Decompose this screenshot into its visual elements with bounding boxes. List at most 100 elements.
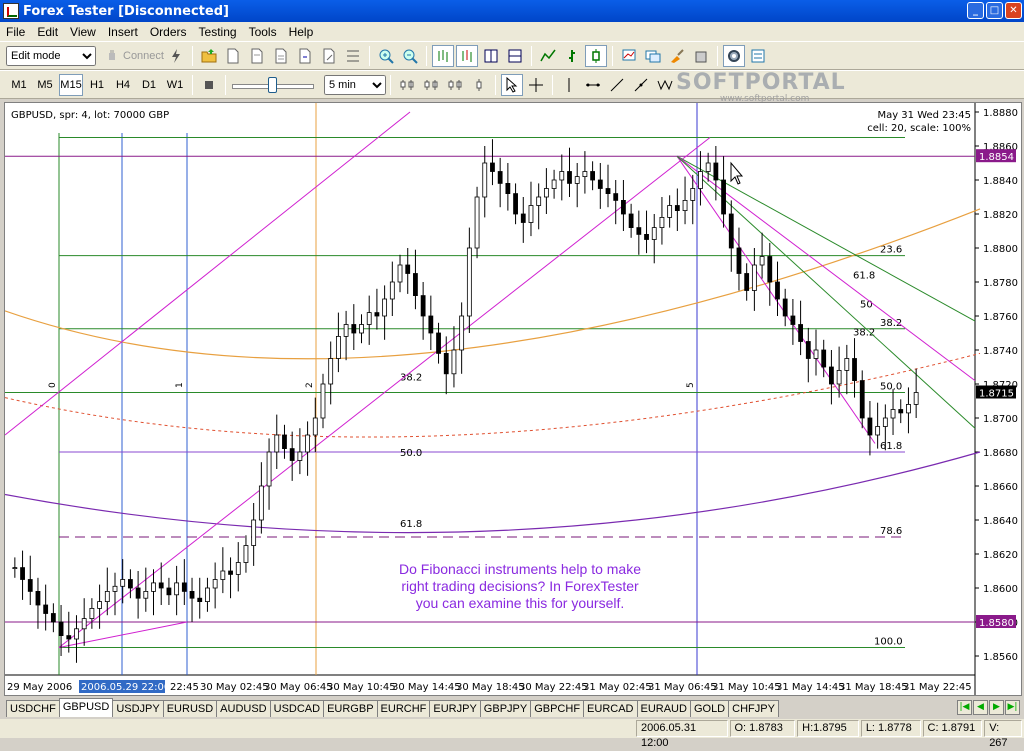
tab-usdjpy[interactable]: USDJPY bbox=[112, 700, 164, 717]
menu-file[interactable]: File bbox=[0, 25, 31, 39]
zoom-in-icon[interactable] bbox=[375, 45, 397, 67]
settings-gear-icon[interactable] bbox=[722, 44, 745, 67]
status-spacer bbox=[0, 720, 634, 737]
slider-thumb[interactable] bbox=[268, 76, 277, 93]
candle-body bbox=[728, 213, 734, 249]
tab-eurjpy[interactable]: EURJPY bbox=[429, 700, 481, 717]
fib-arc-purple bbox=[5, 451, 981, 534]
timeframe-h1[interactable]: H1 bbox=[85, 74, 109, 96]
candle-body bbox=[644, 233, 649, 240]
chart-shift-icon[interactable] bbox=[431, 44, 454, 67]
mouse-cursor-icon bbox=[730, 161, 744, 185]
add-chart-icon[interactable] bbox=[618, 45, 640, 67]
cube-icon[interactable] bbox=[690, 45, 712, 67]
step-back-icon[interactable] bbox=[396, 74, 418, 96]
tab-eurgbp[interactable]: EURGBP bbox=[323, 700, 378, 717]
trend-line-icon[interactable] bbox=[606, 74, 628, 96]
candlestick-icon[interactable] bbox=[584, 44, 607, 67]
tab-eurchf[interactable]: EURCHF bbox=[376, 700, 431, 717]
timeframe-w1[interactable]: W1 bbox=[163, 74, 187, 96]
timeframe-m1[interactable]: M1 bbox=[7, 74, 31, 96]
candle-body bbox=[736, 247, 742, 274]
fib-arc-label-50: 50.0 bbox=[400, 448, 422, 459]
fib-fan-label-382: 38.2 bbox=[853, 328, 875, 339]
mode-select[interactable]: Edit mode bbox=[6, 45, 96, 66]
tab-chfjpy[interactable]: CHFJPY bbox=[728, 700, 779, 717]
document-lines-icon[interactable] bbox=[270, 45, 292, 67]
menu-insert[interactable]: Insert bbox=[102, 25, 144, 39]
tab-eurcad[interactable]: EURCAD bbox=[583, 700, 638, 717]
properties-icon[interactable] bbox=[747, 45, 769, 67]
menu-orders[interactable]: Orders bbox=[144, 25, 193, 39]
horizontal-line-icon[interactable] bbox=[582, 74, 604, 96]
autoscroll-icon[interactable] bbox=[455, 44, 478, 67]
price-chart[interactable]: 1.88801.88601.88401.88201.88001.87801.87… bbox=[5, 103, 1021, 695]
plug-icon bbox=[109, 49, 115, 60]
candle-body bbox=[698, 171, 703, 189]
candle-body bbox=[43, 604, 49, 614]
document-arrow-icon[interactable] bbox=[294, 45, 316, 67]
tab-gold[interactable]: GOLD bbox=[689, 700, 730, 717]
zoom-out-icon[interactable] bbox=[399, 45, 421, 67]
connect-button[interactable]: Connect bbox=[104, 48, 164, 64]
candle-body bbox=[443, 352, 449, 375]
timeframe-d1[interactable]: D1 bbox=[137, 74, 161, 96]
menu-edit[interactable]: Edit bbox=[31, 25, 64, 39]
tile-vertical-icon[interactable] bbox=[480, 45, 502, 67]
close-button[interactable]: ✕ bbox=[1005, 2, 1022, 19]
menu-tools[interactable]: Tools bbox=[243, 25, 283, 39]
last-tab-icon[interactable]: ▶| bbox=[1005, 700, 1020, 715]
candle-body bbox=[567, 171, 572, 184]
step-forward-icon[interactable] bbox=[420, 74, 442, 96]
document-icon[interactable] bbox=[246, 45, 268, 67]
tab-euraud[interactable]: EURAUD bbox=[636, 700, 691, 717]
open-folder-icon[interactable] bbox=[198, 45, 220, 67]
menu-help[interactable]: Help bbox=[283, 25, 320, 39]
candle-body bbox=[813, 349, 819, 359]
tile-horizontal-icon[interactable] bbox=[504, 45, 526, 67]
time-cursor-label: 2006.05.29 22:00 bbox=[81, 682, 170, 693]
title-bar: Forex Tester [Disconnected] _ □ ✕ bbox=[0, 0, 1024, 22]
crosshair-icon[interactable] bbox=[525, 74, 547, 96]
tab-gbpjpy[interactable]: GBPJPY bbox=[479, 700, 532, 717]
align-icon[interactable] bbox=[342, 45, 364, 67]
step-select[interactable]: 5 min bbox=[324, 74, 386, 95]
speed-slider[interactable] bbox=[230, 75, 316, 95]
bar-chart-icon[interactable] bbox=[561, 45, 583, 67]
tab-gbpusd[interactable]: GBPUSD bbox=[58, 698, 114, 717]
candle-body bbox=[459, 315, 465, 351]
document-edit-icon[interactable] bbox=[318, 45, 340, 67]
prev-tab-icon[interactable]: ◀ bbox=[973, 700, 988, 715]
fib-label-100: 100.0 bbox=[874, 637, 903, 648]
tab-audusd[interactable]: AUDUSD bbox=[216, 700, 271, 717]
vertical-line-icon[interactable] bbox=[558, 74, 580, 96]
first-tab-icon[interactable]: |◀ bbox=[957, 700, 972, 715]
candle-body bbox=[328, 358, 334, 385]
lightning-icon[interactable] bbox=[165, 45, 187, 67]
tab-usdchf[interactable]: USDCHF bbox=[6, 700, 60, 717]
ray-icon[interactable] bbox=[630, 74, 652, 96]
maximize-button[interactable]: □ bbox=[986, 2, 1003, 19]
windows-icon[interactable] bbox=[642, 45, 664, 67]
timeframe-m5[interactable]: M5 bbox=[33, 74, 57, 96]
tab-usdcad[interactable]: USDCAD bbox=[269, 700, 325, 717]
new-document-icon[interactable] bbox=[222, 45, 244, 67]
tab-eurusd[interactable]: EURUSD bbox=[162, 700, 218, 717]
cursor-icon[interactable] bbox=[501, 73, 523, 96]
candle-body bbox=[81, 618, 87, 630]
fast-forward-icon[interactable] bbox=[468, 74, 490, 96]
menu-testing[interactable]: Testing bbox=[193, 25, 243, 39]
timeframe-h4[interactable]: H4 bbox=[111, 74, 135, 96]
wave-icon[interactable] bbox=[654, 74, 676, 96]
menu-bar: File Edit View Insert Orders Testing Too… bbox=[0, 22, 1024, 41]
line-chart-icon[interactable] bbox=[537, 45, 559, 67]
tab-gbpchf[interactable]: GBPCHF bbox=[530, 700, 585, 717]
clear-brush-icon[interactable] bbox=[666, 45, 688, 67]
minimize-button[interactable]: _ bbox=[967, 2, 984, 19]
menu-view[interactable]: View bbox=[64, 25, 102, 39]
stop-icon[interactable] bbox=[198, 74, 220, 96]
next-tab-icon[interactable]: ▶ bbox=[989, 700, 1004, 715]
timeframe-m15[interactable]: M15 bbox=[59, 73, 83, 96]
play-icon[interactable] bbox=[444, 74, 466, 96]
chart-window[interactable]: 1.8880 1.8860 1.8840 1.8820 1.8800 1.8780 1.87… bbox=[4, 102, 1022, 696]
